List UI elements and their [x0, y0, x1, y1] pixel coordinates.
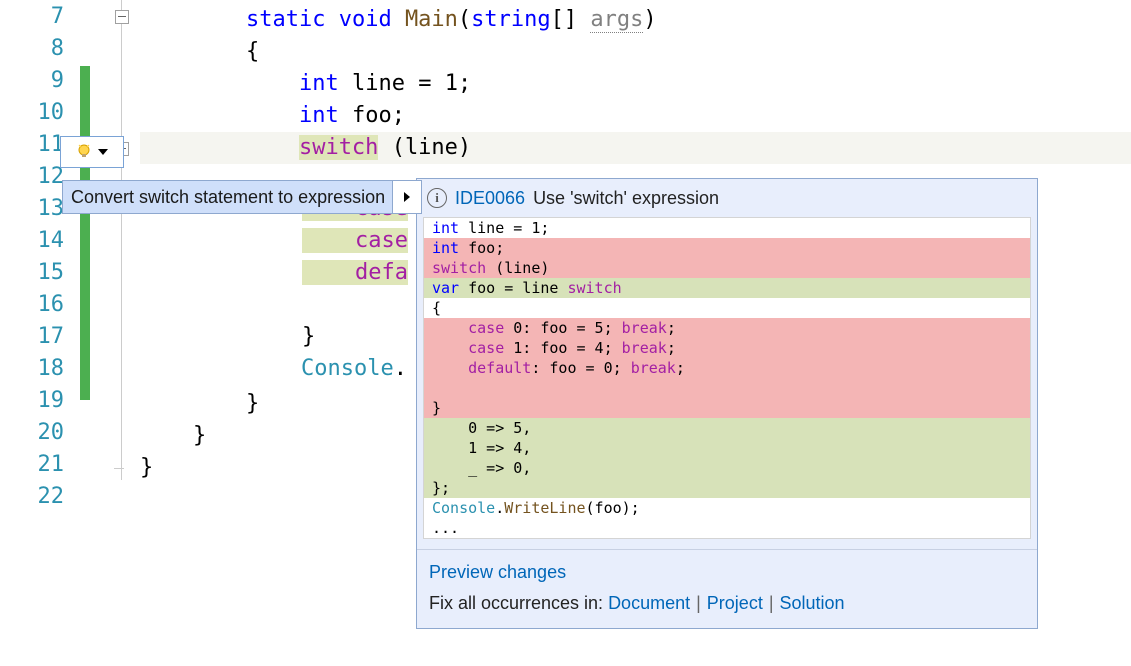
- separator: |: [690, 593, 707, 613]
- outline-end: [114, 468, 124, 469]
- lightbulb-icon: [76, 144, 92, 160]
- code-line-highlighted[interactable]: switch (line): [140, 132, 1131, 164]
- dropdown-arrow-icon: [98, 149, 108, 155]
- fix-solution-link[interactable]: Solution: [780, 593, 845, 613]
- line-number: 17: [4, 324, 64, 349]
- diff-line-removed: [424, 378, 1030, 398]
- diff-line: Console.WriteLine(foo);: [424, 498, 1030, 518]
- preview-footer: Preview changes Fix all occurrences in: …: [417, 549, 1037, 628]
- quickfix-expand-button[interactable]: [392, 181, 421, 213]
- diff-line-removed: case 1: foo = 4; break;: [424, 338, 1030, 358]
- quickfix-preview-panel: i IDE0066 Use 'switch' expression int li…: [416, 178, 1038, 629]
- line-number: 12: [4, 164, 64, 189]
- diff-line: ...: [424, 518, 1030, 538]
- line-number: 7: [4, 4, 64, 29]
- fix-occurrences-label: Fix all occurrences in:: [429, 593, 608, 613]
- diff-line: {: [424, 298, 1030, 318]
- line-number: 22: [4, 484, 64, 509]
- fold-toggle[interactable]: [115, 10, 129, 24]
- separator: |: [763, 593, 780, 613]
- info-icon: i: [427, 188, 447, 208]
- line-number: 10: [4, 100, 64, 125]
- line-number: 11: [4, 132, 64, 157]
- line-number: 20: [4, 420, 64, 445]
- code-line[interactable]: {: [140, 36, 1131, 68]
- diff-line-added: 1 => 4,: [424, 438, 1030, 458]
- change-indicator-bar: [80, 66, 90, 400]
- line-number: 19: [4, 388, 64, 413]
- line-number: 18: [4, 356, 64, 381]
- fix-project-link[interactable]: Project: [707, 593, 763, 613]
- quickfix-action-item[interactable]: Convert switch statement to expression: [62, 180, 422, 214]
- line-number: 13: [4, 196, 64, 221]
- diff-line-removed: }: [424, 398, 1030, 418]
- line-number: 21: [4, 452, 64, 477]
- diff-line-added: 0 => 5,: [424, 418, 1030, 438]
- line-number: 14: [4, 228, 64, 253]
- quickfix-action-label: Convert switch statement to expression: [71, 187, 385, 208]
- diff-line-removed: case 0: foo = 5; break;: [424, 318, 1030, 338]
- diff-line-removed: switch (line): [424, 258, 1030, 278]
- line-number: 8: [4, 36, 64, 61]
- diff-line-added: };: [424, 478, 1030, 498]
- diagnostic-message: Use 'switch' expression: [533, 188, 719, 209]
- diagnostic-id: IDE0066: [455, 188, 525, 209]
- diff-line-added: var foo = line switch: [424, 278, 1030, 298]
- diff-line-added: _ => 0,: [424, 458, 1030, 478]
- code-line[interactable]: static void Main(string[] args): [140, 4, 1131, 36]
- diff-line: int line = 1;: [424, 218, 1030, 238]
- line-number: 16: [4, 292, 64, 317]
- line-number: 9: [4, 68, 64, 93]
- preview-changes-link[interactable]: Preview changes: [429, 562, 566, 582]
- preview-header: i IDE0066 Use 'switch' expression: [417, 179, 1037, 217]
- diff-line-removed: default: foo = 0; break;: [424, 358, 1030, 378]
- diff-line-removed: int foo;: [424, 238, 1030, 258]
- diff-view[interactable]: int line = 1; int foo; switch (line) var…: [423, 217, 1031, 539]
- lightbulb-button[interactable]: [60, 136, 124, 168]
- fix-document-link[interactable]: Document: [608, 593, 690, 613]
- code-line[interactable]: int line = 1;: [140, 68, 1131, 100]
- chevron-right-icon: [404, 192, 410, 202]
- line-number: 15: [4, 260, 64, 285]
- code-line[interactable]: int foo;: [140, 100, 1131, 132]
- outline-line: [121, 0, 122, 480]
